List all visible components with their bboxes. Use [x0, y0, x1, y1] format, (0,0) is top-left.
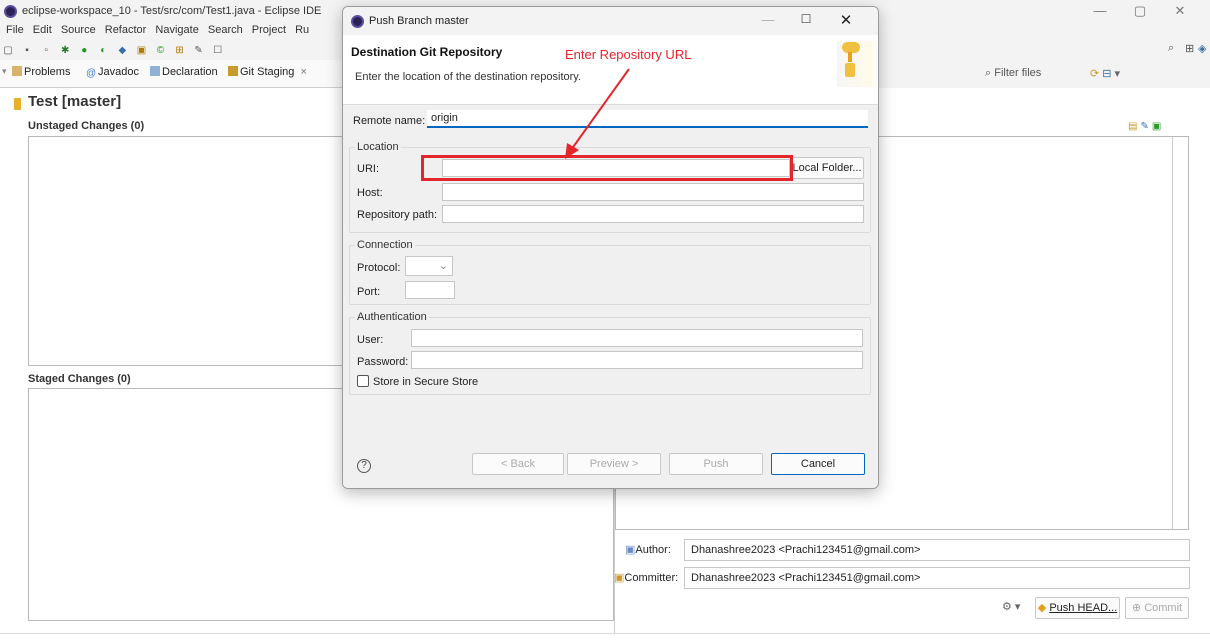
window-title: eclipse-workspace_10 - Test/src/com/Test… [22, 5, 322, 17]
author-field[interactable]: Dhanashree2023 <Prachi123451@gmail.com> [684, 539, 1190, 561]
problems-icon [12, 66, 22, 76]
run-icon[interactable]: ● [77, 45, 91, 57]
staging-refresh-icon[interactable]: ⟳ [1090, 68, 1102, 80]
open-type-icon[interactable]: ⊞ [173, 45, 187, 57]
commit-message-toolbar[interactable]: ▤✎▣ [1128, 121, 1198, 135]
perspective-icon[interactable]: ⊞ [1185, 42, 1194, 60]
search-toolbar-icon[interactable]: ⌕ [1168, 42, 1174, 60]
staging-compare-icon[interactable]: ⊟ [1102, 68, 1114, 80]
tab-git-staging[interactable]: Git Staging × [228, 66, 307, 82]
close-window-button[interactable]: ✕ [1160, 3, 1200, 21]
new-class-icon[interactable]: © [154, 45, 168, 57]
new-java-project-icon[interactable]: ▣ [134, 45, 148, 57]
tab-problems[interactable]: Problems [12, 66, 70, 82]
git-staging-icon [228, 66, 238, 76]
menu-refactor[interactable]: Refactor [105, 24, 147, 36]
author-icon: ▣ [625, 544, 636, 556]
committer-icon: ▣ [614, 572, 625, 584]
save-icon[interactable]: ▪ [20, 45, 34, 57]
staging-toolbar[interactable]: ⟳⊟▾ [1090, 67, 1210, 81]
coverage-icon[interactable]: ◐ [96, 45, 110, 57]
debug-icon[interactable]: ✱ [58, 45, 72, 57]
save-all-icon[interactable]: ▫ [39, 45, 53, 57]
staged-changes-header: Staged Changes (0) [28, 373, 131, 385]
commit-icon-a[interactable]: ▤ [1128, 121, 1140, 132]
tab-javadoc[interactable]: @ Javadoc [86, 66, 139, 82]
commit-button[interactable]: ⊕ Commit [1125, 597, 1189, 619]
menubar: File Edit Source Refactor Navigate Searc… [0, 24, 345, 42]
tab-declaration[interactable]: Declaration [150, 66, 218, 82]
search-tool-icon[interactable]: ✎ [192, 45, 206, 57]
close-tab-icon[interactable]: × [300, 66, 306, 78]
repository-title: Test [master] [28, 93, 122, 110]
main-toolbar: ▢ ▪ ▫ ✱ ● ◐ ◆ ▣ © ⊞ ✎ ☐ [0, 42, 345, 60]
menu-run[interactable]: Ru [295, 24, 309, 36]
commit-message-scrollbar[interactable] [1172, 137, 1173, 529]
minimize-button[interactable]: — [1080, 3, 1120, 21]
staging-menu-icon[interactable]: ▾ [1114, 68, 1123, 80]
declaration-icon [150, 66, 160, 76]
view-menu-icon[interactable]: ▾ [2, 66, 8, 80]
unstaged-changes-header: Unstaged Changes (0) [28, 120, 145, 132]
view-tabbar: Problems @ Javadoc Declaration Git Stagin… [0, 60, 345, 88]
commit-btn-icon: ⊕ [1131, 602, 1142, 614]
menu-source[interactable]: Source [61, 24, 96, 36]
javadoc-icon: @ [86, 68, 97, 79]
statusbar [0, 633, 1210, 642]
external-tools-icon[interactable]: ◆ [115, 45, 129, 57]
new-icon[interactable]: ▢ [1, 45, 15, 57]
java-perspective-icon[interactable]: ◈ [1198, 42, 1206, 60]
menu-project[interactable]: Project [252, 24, 286, 36]
menu-search[interactable]: Search [208, 24, 243, 36]
menu-navigate[interactable]: Navigate [155, 24, 198, 36]
filter-search-icon: ⌕ [985, 67, 992, 79]
repository-icon [14, 98, 21, 110]
menu-edit[interactable]: Edit [33, 24, 52, 36]
push-branch-dialog: Push Branch master — ☐ ✕ Destination Git… [342, 6, 879, 489]
eclipse-logo-icon [4, 5, 17, 18]
annotation-arrow [565, 68, 630, 159]
committer-field[interactable]: Dhanashree2023 <Prachi123451@gmail.com> [684, 567, 1190, 589]
committer-label: ▣Committer: [614, 572, 679, 584]
task-icon[interactable]: ☐ [211, 45, 225, 57]
commit-icon-c[interactable]: ▣ [1152, 121, 1164, 132]
menu-file[interactable]: File [6, 24, 24, 36]
author-label: ▣Author: [625, 544, 671, 556]
push-icon: ◆ [1037, 602, 1047, 614]
filter-files[interactable]: ⌕ Filter files [985, 67, 1080, 85]
settings-icon[interactable]: ⚙ ▾ [1002, 600, 1020, 613]
commit-icon-b[interactable]: ✎ [1140, 121, 1151, 132]
push-head-button[interactable]: ◆ Push HEAD... [1035, 597, 1120, 619]
maximize-button[interactable]: ▢ [1120, 3, 1160, 21]
